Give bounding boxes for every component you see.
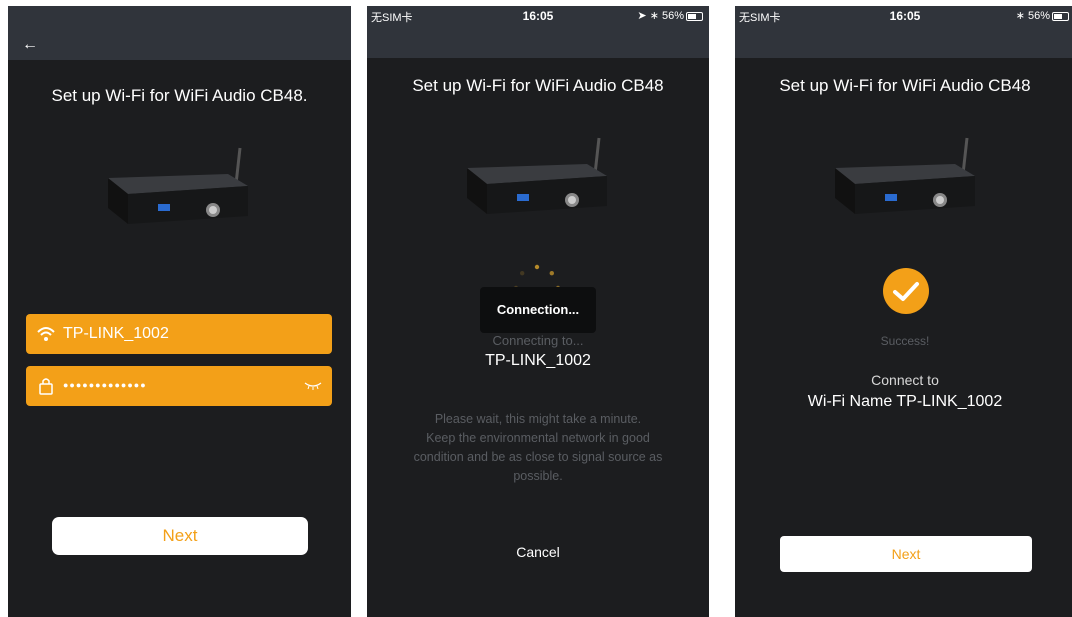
- success-screen: 无SIM卡 16:05 ∗ 56% Set up Wi-Fi for WiFi …: [735, 6, 1072, 617]
- password-value: ●●●●●●●●●●●●●: [63, 380, 147, 390]
- wifi-ssid-value: TP-LINK_1002: [63, 325, 169, 342]
- connection-toast: Connection...: [480, 287, 596, 333]
- setup-wifi-screen: ← Set up Wi-Fi for WiFi Audio CB48. TP-L…: [8, 6, 351, 617]
- wait-message-line: possible.: [513, 469, 563, 483]
- success-check-icon: [883, 268, 929, 314]
- connecting-screen: 无SIM卡 16:05 ➤ ∗ 56% Set up Wi-Fi for WiF…: [367, 6, 709, 617]
- password-field[interactable]: ●●●●●●●●●●●●●: [26, 366, 332, 406]
- wait-message-line: Keep the environmental network in good: [426, 431, 650, 445]
- page-title: Set up Wi-Fi for WiFi Audio CB48: [412, 76, 664, 95]
- status-bar: 无SIM卡 16:05 ➤ ∗ 56%: [367, 6, 709, 26]
- wait-message: Please wait, this might take a minute. K…: [367, 410, 709, 486]
- audio-device-image: [108, 147, 248, 224]
- lock-icon: [39, 378, 53, 395]
- battery-percent: 56%: [1027, 10, 1050, 22]
- wifi-icon: [37, 327, 55, 341]
- wifi-name-label: Wi-Fi Name TP-LINK_1002: [807, 393, 1003, 410]
- bluetooth-icon: ∗: [649, 10, 659, 22]
- page-title: Set up Wi-Fi for WiFi Audio CB48.: [51, 86, 308, 105]
- connect-to-label: Connect to: [871, 372, 939, 388]
- status-bar: 无SIM卡 16:05 ∗ 56%: [735, 6, 1072, 26]
- cancel-button[interactable]: Cancel: [367, 544, 709, 560]
- wifi-ssid-field[interactable]: TP-LINK_1002: [26, 314, 332, 354]
- battery-percent: 56%: [661, 10, 684, 22]
- next-button[interactable]: Next: [52, 517, 308, 555]
- audio-device-image: [835, 137, 975, 214]
- location-icon: ➤: [637, 10, 647, 22]
- ssid-label: TP-LINK_1002: [485, 352, 591, 369]
- next-button[interactable]: Next: [780, 536, 1032, 572]
- audio-device-image: [467, 137, 607, 214]
- wait-message-line: Please wait, this might take a minute.: [434, 412, 642, 426]
- wait-message-line: condition and be as close to signal sour…: [413, 450, 663, 464]
- app-header: [8, 6, 351, 60]
- battery-icon: [686, 11, 703, 21]
- success-label: Success!: [880, 334, 930, 348]
- bluetooth-icon: ∗: [1015, 10, 1025, 22]
- battery-icon: [1052, 11, 1069, 21]
- back-arrow-icon[interactable]: ←: [22, 36, 38, 54]
- connecting-to-label: Connecting to...: [492, 333, 584, 348]
- page-title: Set up Wi-Fi for WiFi Audio CB48: [779, 76, 1031, 95]
- eye-closed-icon[interactable]: [304, 380, 322, 390]
